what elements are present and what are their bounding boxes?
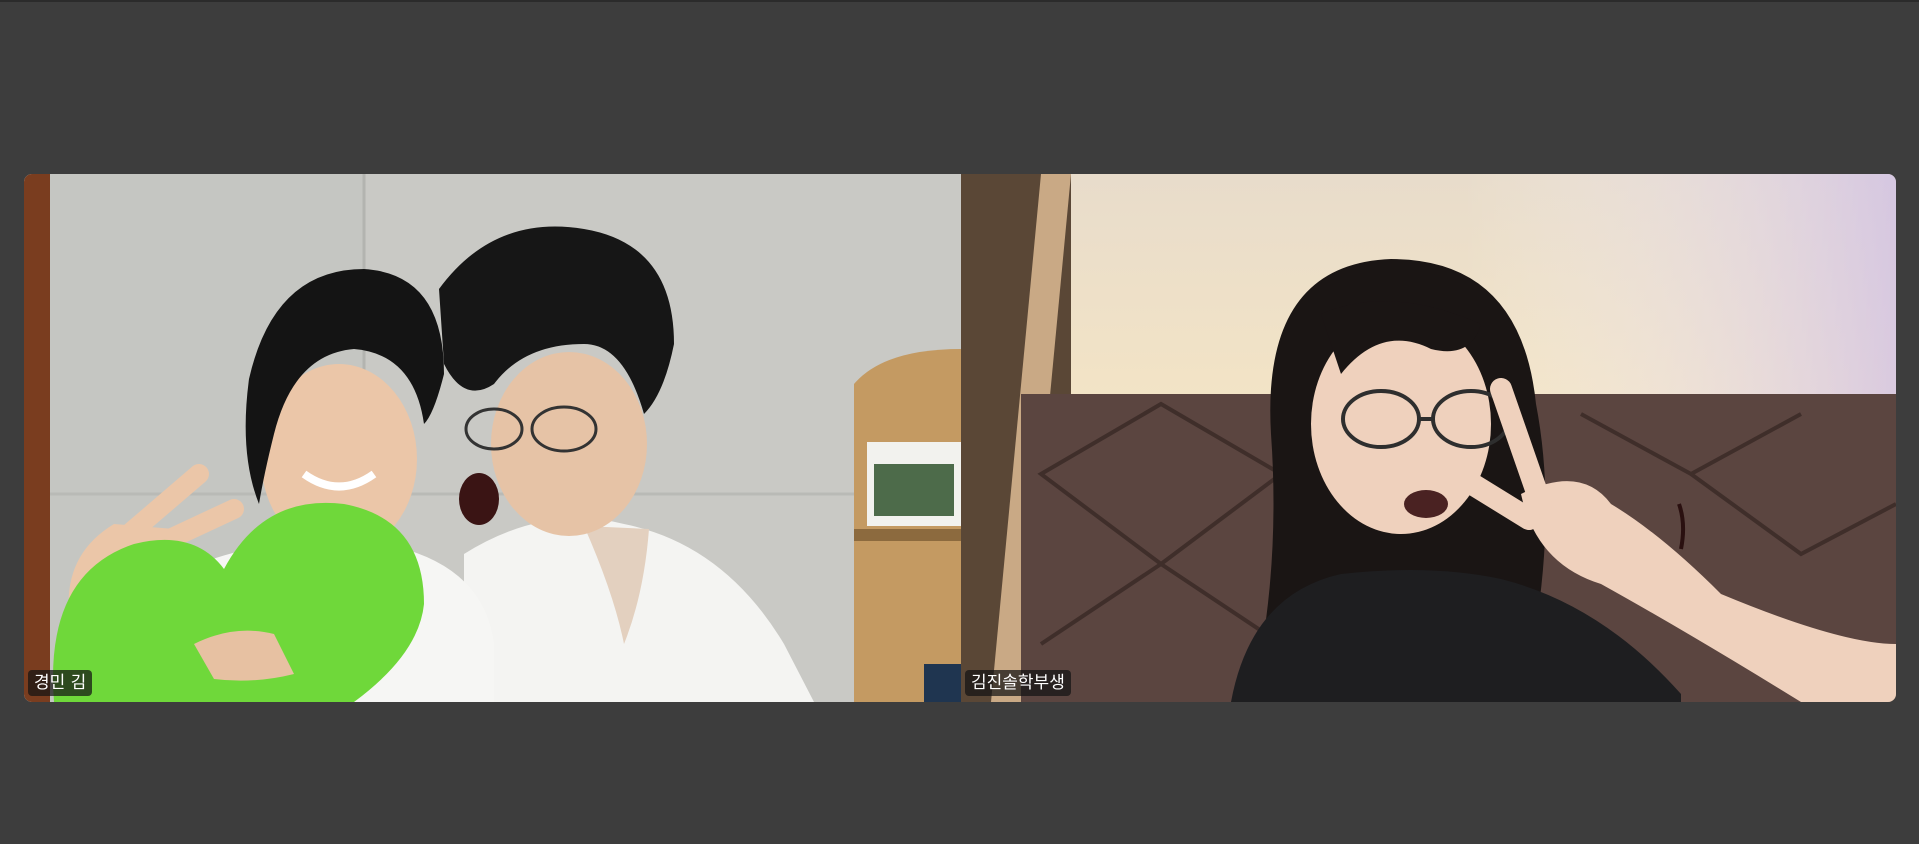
participant-tile-2[interactable]: 김진솔학부생 bbox=[961, 174, 1896, 702]
participant-name-tag: 김진솔학부생 bbox=[965, 670, 1071, 696]
participant-video-1 bbox=[24, 174, 961, 702]
participant-video-2 bbox=[961, 174, 1896, 702]
participant-name-tag: 경민 김 bbox=[28, 670, 93, 696]
participant-tile-1[interactable]: 경민 김 bbox=[24, 174, 961, 702]
window-top-edge bbox=[0, 0, 1919, 2]
video-call-gallery: 경민 김 김진솔학부생 bbox=[0, 0, 1919, 844]
